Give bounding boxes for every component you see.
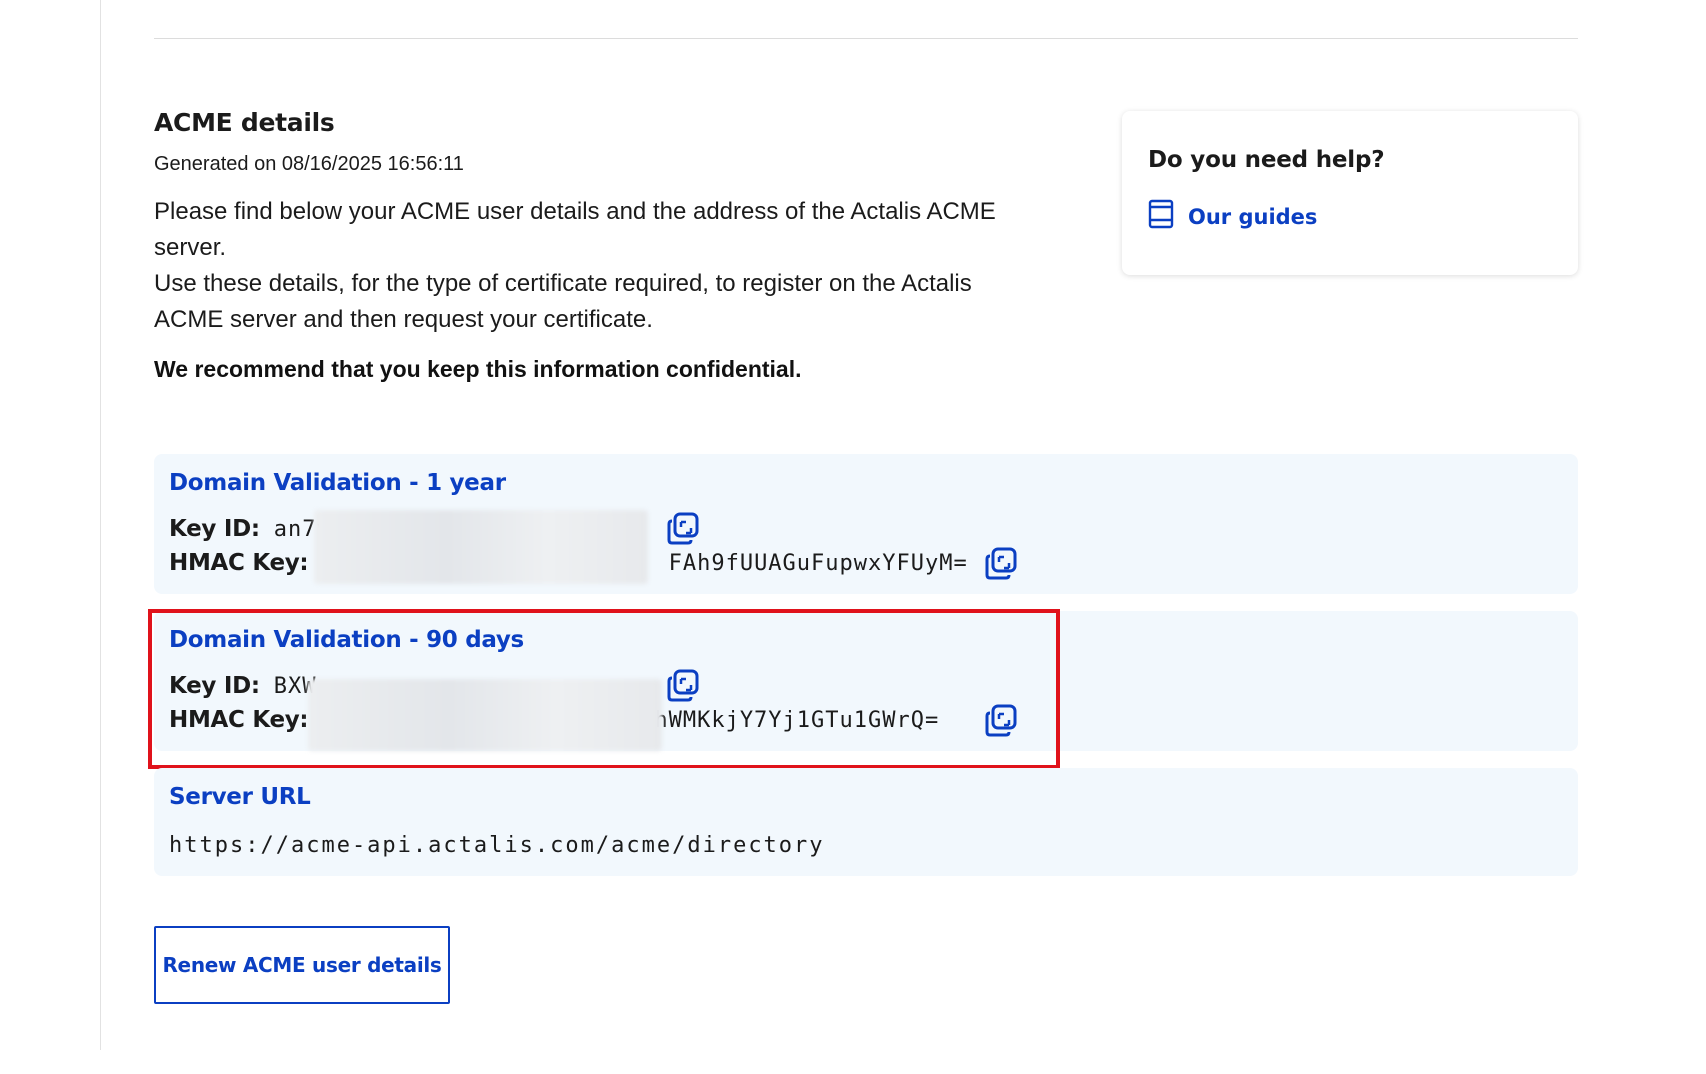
- redacted-key: [314, 510, 648, 584]
- copy-hmac-key-button[interactable]: [984, 547, 1018, 581]
- hmac-key-label: HMAC Key:: [169, 550, 309, 576]
- help-card: Do you need help? Our guides: [1122, 111, 1578, 275]
- top-divider: [154, 38, 1578, 39]
- copy-icon: [985, 547, 1017, 580]
- book-icon: [1148, 199, 1174, 234]
- page-title: ACME details: [154, 108, 335, 137]
- our-guides-link[interactable]: Our guides: [1148, 199, 1578, 234]
- renew-acme-label: Renew ACME user details: [162, 953, 442, 977]
- intro-text: Please find below your ACME user details…: [154, 194, 1034, 338]
- copy-icon: [667, 512, 699, 545]
- generated-timestamp: Generated on 08/16/2025 16:56:11: [154, 153, 464, 175]
- credential-panel-1-year: Domain Validation - 1 year Key ID: an7v …: [154, 454, 1578, 594]
- intro-paragraph-2: Use these details, for the type of certi…: [154, 270, 972, 333]
- server-url-title: Server URL: [169, 784, 311, 810]
- copy-key-id-button[interactable]: [666, 512, 700, 546]
- our-guides-label: Our guides: [1188, 204, 1318, 229]
- key-id-row: Key ID: an7v: [169, 516, 331, 542]
- hmac-key-value: FAh9fUUAGuFupwxYFUyM=: [668, 550, 968, 576]
- server-url-panel: Server URL https://acme-api.actalis.com/…: [154, 768, 1578, 876]
- server-url-value: https://acme-api.actalis.com/acme/direct…: [169, 833, 825, 858]
- renew-acme-button[interactable]: Renew ACME user details: [154, 926, 450, 1004]
- left-divider: [100, 0, 101, 1050]
- key-id-label: Key ID:: [169, 516, 260, 542]
- intro-paragraph-1: Please find below your ACME user details…: [154, 198, 996, 261]
- confidential-notice: We recommend that you keep this informat…: [154, 356, 802, 382]
- acme-details-section: ACME details Generated on 08/16/2025 16:…: [154, 108, 1054, 383]
- help-title: Do you need help?: [1148, 147, 1385, 173]
- credential-title: Domain Validation - 1 year: [169, 470, 506, 496]
- annotation-highlight-box: [148, 609, 1060, 769]
